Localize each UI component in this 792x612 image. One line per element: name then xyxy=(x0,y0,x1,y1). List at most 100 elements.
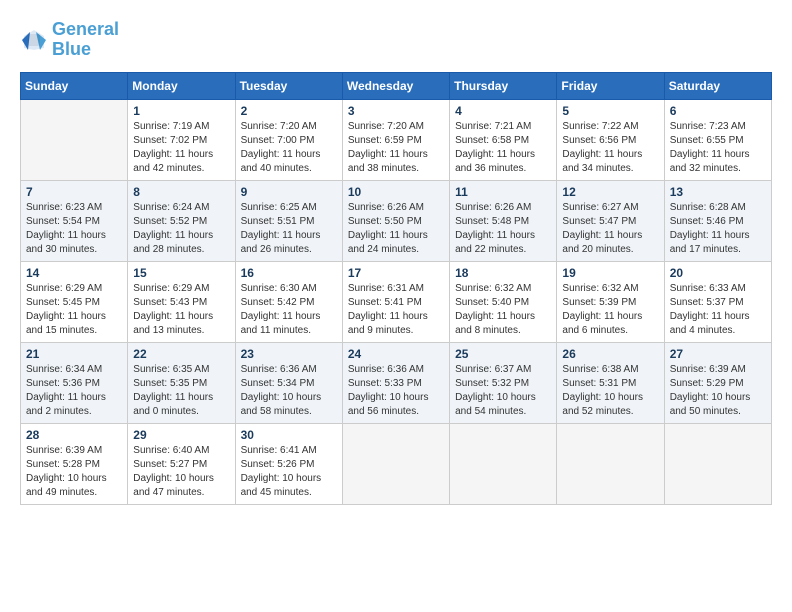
calendar-cell xyxy=(342,423,449,504)
day-number: 22 xyxy=(133,347,229,361)
calendar-cell: 4 Sunrise: 7:21 AMSunset: 6:58 PMDaylight… xyxy=(450,99,557,180)
day-info: Sunrise: 6:32 AMSunset: 5:39 PMDaylight:… xyxy=(562,282,658,338)
calendar-cell: 25Sunrise: 6:37 AMSunset: 5:32 PMDayligh… xyxy=(450,342,557,423)
calendar-cell: 19 Sunrise: 6:32 AMSunset: 5:39 PMDayligh… xyxy=(557,261,664,342)
day-info: Sunrise: 6:41 AMSunset: 5:26 PMDaylight:… xyxy=(241,444,337,500)
calendar-cell: 10 Sunrise: 6:26 AMSunset: 5:50 PMDayligh… xyxy=(342,180,449,261)
calendar-cell: 6Sunrise: 7:23 AMSunset: 6:55 PMDaylight… xyxy=(664,99,771,180)
day-info: Sunrise: 6:39 AMSunset: 5:29 PMDaylight:… xyxy=(670,363,766,419)
calendar-cell: 13Sunrise: 6:28 AMSunset: 5:46 PMDayligh… xyxy=(664,180,771,261)
day-info: Sunrise: 6:27 AMSunset: 5:47 PMDaylight:… xyxy=(562,201,658,257)
weekday-header: Saturday xyxy=(664,72,771,99)
logo-name: General Blue xyxy=(52,20,119,60)
day-info: Sunrise: 6:31 AMSunset: 5:41 PMDaylight:… xyxy=(348,282,444,338)
calendar-cell: 18 Sunrise: 6:32 AMSunset: 5:40 PMDayligh… xyxy=(450,261,557,342)
calendar-cell: 28 Sunrise: 6:39 AMSunset: 5:28 PMDayligh… xyxy=(21,423,128,504)
calendar-week-row: 21 Sunrise: 6:34 AMSunset: 5:36 PMDayligh… xyxy=(21,342,772,423)
day-info: Sunrise: 6:24 AMSunset: 5:52 PMDaylight:… xyxy=(133,201,229,257)
day-number: 7 xyxy=(26,185,122,199)
day-number: 1 xyxy=(133,104,229,118)
day-number: 4 xyxy=(455,104,551,118)
day-info: Sunrise: 6:40 AMSunset: 5:27 PMDaylight:… xyxy=(133,444,229,500)
day-info: Sunrise: 7:20 AMSunset: 7:00 PMDaylight:… xyxy=(241,120,337,176)
day-info: Sunrise: 6:30 AMSunset: 5:42 PMDaylight:… xyxy=(241,282,337,338)
day-number: 2 xyxy=(241,104,337,118)
day-info: Sunrise: 7:22 AMSunset: 6:56 PMDaylight:… xyxy=(562,120,658,176)
day-info: Sunrise: 6:25 AMSunset: 5:51 PMDaylight:… xyxy=(241,201,337,257)
day-info: Sunrise: 6:38 AMSunset: 5:31 PMDaylight:… xyxy=(562,363,658,419)
calendar-cell: 29 Sunrise: 6:40 AMSunset: 5:27 PMDayligh… xyxy=(128,423,235,504)
logo-icon xyxy=(20,26,48,54)
calendar-cell: 12 Sunrise: 6:27 AMSunset: 5:47 PMDayligh… xyxy=(557,180,664,261)
calendar-cell: 14Sunrise: 6:29 AMSunset: 5:45 PMDayligh… xyxy=(21,261,128,342)
day-info: Sunrise: 7:19 AMSunset: 7:02 PMDaylight:… xyxy=(133,120,229,176)
day-info: Sunrise: 6:35 AMSunset: 5:35 PMDaylight:… xyxy=(133,363,229,419)
calendar-cell: 11 Sunrise: 6:26 AMSunset: 5:48 PMDayligh… xyxy=(450,180,557,261)
calendar-week-row: 28 Sunrise: 6:39 AMSunset: 5:28 PMDayligh… xyxy=(21,423,772,504)
day-info: Sunrise: 7:20 AMSunset: 6:59 PMDaylight:… xyxy=(348,120,444,176)
day-info: Sunrise: 6:36 AMSunset: 5:33 PMDaylight:… xyxy=(348,363,444,419)
calendar-cell: 26 Sunrise: 6:38 AMSunset: 5:31 PMDayligh… xyxy=(557,342,664,423)
day-number: 8 xyxy=(133,185,229,199)
day-info: Sunrise: 6:39 AMSunset: 5:28 PMDaylight:… xyxy=(26,444,122,500)
calendar-cell: 17Sunrise: 6:31 AMSunset: 5:41 PMDayligh… xyxy=(342,261,449,342)
day-number: 21 xyxy=(26,347,122,361)
calendar-cell xyxy=(557,423,664,504)
day-number: 13 xyxy=(670,185,766,199)
day-number: 6 xyxy=(670,104,766,118)
calendar-cell: 2 Sunrise: 7:20 AMSunset: 7:00 PMDaylight… xyxy=(235,99,342,180)
day-number: 12 xyxy=(562,185,658,199)
day-number: 9 xyxy=(241,185,337,199)
weekday-header: Tuesday xyxy=(235,72,342,99)
day-info: Sunrise: 6:26 AMSunset: 5:48 PMDaylight:… xyxy=(455,201,551,257)
weekday-header: Wednesday xyxy=(342,72,449,99)
day-number: 26 xyxy=(562,347,658,361)
calendar-cell: 16 Sunrise: 6:30 AMSunset: 5:42 PMDayligh… xyxy=(235,261,342,342)
calendar-week-row: 14Sunrise: 6:29 AMSunset: 5:45 PMDayligh… xyxy=(21,261,772,342)
day-number: 30 xyxy=(241,428,337,442)
calendar-cell xyxy=(664,423,771,504)
calendar-table: SundayMondayTuesdayWednesdayThursdayFrid… xyxy=(20,72,772,505)
calendar-week-row: 1 Sunrise: 7:19 AMSunset: 7:02 PMDaylight… xyxy=(21,99,772,180)
calendar-cell: 23 Sunrise: 6:36 AMSunset: 5:34 PMDayligh… xyxy=(235,342,342,423)
page: General Blue SundayMondayTuesdayWednesda… xyxy=(0,0,792,515)
day-info: Sunrise: 6:29 AMSunset: 5:43 PMDaylight:… xyxy=(133,282,229,338)
day-number: 27 xyxy=(670,347,766,361)
calendar-cell xyxy=(21,99,128,180)
day-number: 5 xyxy=(562,104,658,118)
day-number: 15 xyxy=(133,266,229,280)
logo: General Blue xyxy=(20,20,119,60)
calendar-cell: 22 Sunrise: 6:35 AMSunset: 5:35 PMDayligh… xyxy=(128,342,235,423)
day-number: 29 xyxy=(133,428,229,442)
day-info: Sunrise: 6:33 AMSunset: 5:37 PMDaylight:… xyxy=(670,282,766,338)
calendar-week-row: 7 Sunrise: 6:23 AMSunset: 5:54 PMDaylight… xyxy=(21,180,772,261)
day-info: Sunrise: 6:36 AMSunset: 5:34 PMDaylight:… xyxy=(241,363,337,419)
calendar-cell: 15 Sunrise: 6:29 AMSunset: 5:43 PMDayligh… xyxy=(128,261,235,342)
day-info: Sunrise: 6:32 AMSunset: 5:40 PMDaylight:… xyxy=(455,282,551,338)
day-number: 19 xyxy=(562,266,658,280)
day-number: 10 xyxy=(348,185,444,199)
day-number: 23 xyxy=(241,347,337,361)
calendar-cell: 8 Sunrise: 6:24 AMSunset: 5:52 PMDaylight… xyxy=(128,180,235,261)
day-number: 24 xyxy=(348,347,444,361)
header: General Blue xyxy=(20,20,772,60)
calendar-cell: 20 Sunrise: 6:33 AMSunset: 5:37 PMDayligh… xyxy=(664,261,771,342)
day-info: Sunrise: 6:23 AMSunset: 5:54 PMDaylight:… xyxy=(26,201,122,257)
day-info: Sunrise: 7:21 AMSunset: 6:58 PMDaylight:… xyxy=(455,120,551,176)
calendar-cell: 5 Sunrise: 7:22 AMSunset: 6:56 PMDaylight… xyxy=(557,99,664,180)
calendar-cell: 24 Sunrise: 6:36 AMSunset: 5:33 PMDayligh… xyxy=(342,342,449,423)
calendar-cell: 30 Sunrise: 6:41 AMSunset: 5:26 PMDayligh… xyxy=(235,423,342,504)
day-info: Sunrise: 6:34 AMSunset: 5:36 PMDaylight:… xyxy=(26,363,122,419)
calendar-cell: 1 Sunrise: 7:19 AMSunset: 7:02 PMDaylight… xyxy=(128,99,235,180)
day-info: Sunrise: 6:26 AMSunset: 5:50 PMDaylight:… xyxy=(348,201,444,257)
day-number: 16 xyxy=(241,266,337,280)
day-number: 28 xyxy=(26,428,122,442)
day-number: 18 xyxy=(455,266,551,280)
day-number: 20 xyxy=(670,266,766,280)
day-number: 11 xyxy=(455,185,551,199)
day-number: 14 xyxy=(26,266,122,280)
calendar-cell: 3Sunrise: 7:20 AMSunset: 6:59 PMDaylight… xyxy=(342,99,449,180)
weekday-header: Friday xyxy=(557,72,664,99)
calendar-cell: 9 Sunrise: 6:25 AMSunset: 5:51 PMDaylight… xyxy=(235,180,342,261)
weekday-header: Sunday xyxy=(21,72,128,99)
